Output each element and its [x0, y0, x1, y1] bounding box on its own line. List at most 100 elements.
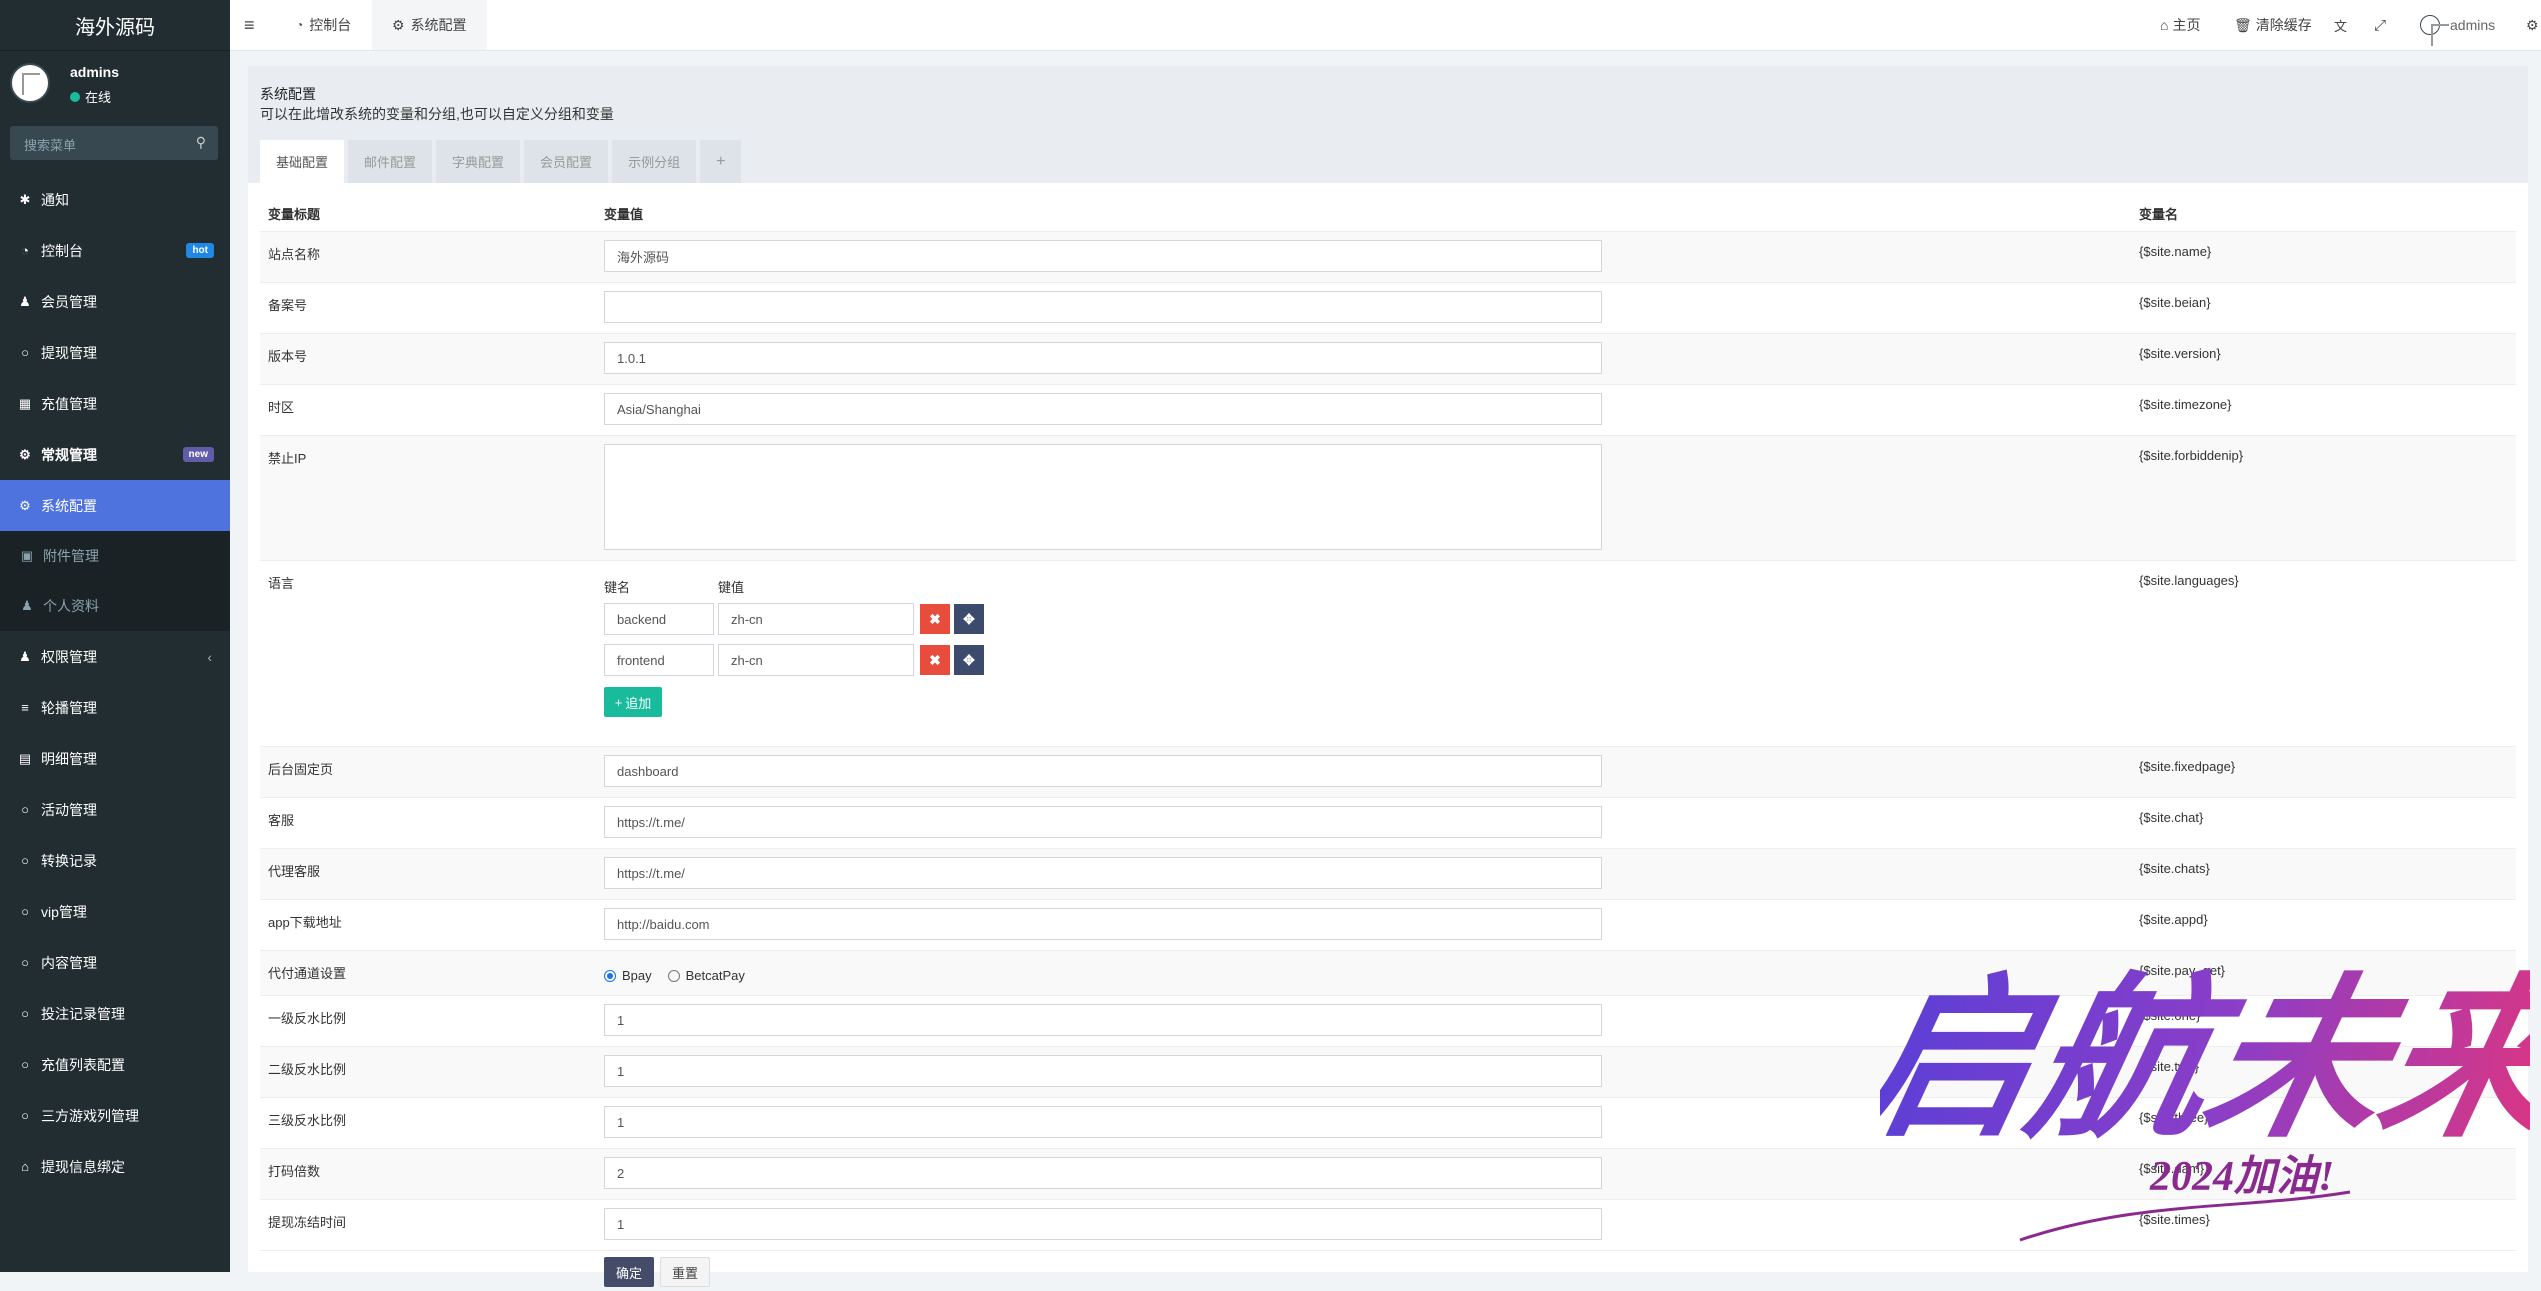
level1-rebate-input[interactable]: 1	[604, 1004, 1602, 1036]
agent-chat-input[interactable]: https://t.me/	[604, 857, 1602, 889]
menu-search-input[interactable]: 搜索菜单 ⚲	[10, 126, 218, 160]
language-key-input[interactable]: frontend	[604, 644, 714, 676]
sidebar-item-carousel[interactable]: ≡ 轮播管理	[0, 682, 230, 733]
language-value-input[interactable]: zh-cn	[718, 603, 914, 635]
menu-toggle-icon[interactable]: ≡	[244, 0, 255, 50]
add-tab-button[interactable]: +	[700, 140, 742, 183]
table-row: 站点名称 海外源码 {$site.name}	[260, 231, 2516, 282]
sidebar-item-withdraw[interactable]: ○ 提现管理	[0, 327, 230, 378]
sidebar-item-withdraw-bind[interactable]: ⌂ 提现信息绑定	[0, 1141, 230, 1192]
row-title: 版本号	[268, 349, 308, 364]
row-title: 二级反水比例	[268, 1062, 347, 1077]
confirm-button[interactable]: 确定	[604, 1257, 654, 1287]
bet-multiple-input[interactable]: 2	[604, 1157, 1602, 1189]
tab-basic-config[interactable]: 基础配置	[260, 140, 345, 183]
asterisk-icon: ✱	[19, 191, 31, 207]
tab-system-config[interactable]: ⚙ 系统配置	[372, 0, 487, 50]
plus-icon: +	[614, 694, 623, 710]
dashboard-icon: ◔	[296, 18, 304, 32]
sidebar-item-profile[interactable]: ♟ 个人资料	[0, 581, 230, 631]
sidebar-item-label: 系统配置	[41, 497, 97, 514]
reset-button[interactable]: 重置	[660, 1257, 710, 1287]
sidebar-item-recharge[interactable]: ▦ 充值管理	[0, 378, 230, 429]
trash-icon: 🗑	[2234, 16, 2252, 33]
clear-cache-button[interactable]: 🗑 清除缓存	[2234, 0, 2312, 50]
tab-dictionary-config[interactable]: 字典配置	[436, 140, 521, 183]
withdraw-freeze-input[interactable]: 1	[604, 1208, 1602, 1240]
sidebar-item-label: 权限管理	[41, 648, 97, 665]
page-subtitle: 可以在此增改系统的变量和分组,也可以自定义分组和变量	[260, 106, 614, 122]
version-input[interactable]: 1.0.1	[604, 342, 1602, 374]
forbidden-ip-textarea[interactable]	[604, 444, 1602, 550]
remove-row-button[interactable]: ✖	[920, 645, 950, 675]
drag-handle-icon[interactable]: ✥	[954, 604, 984, 634]
row-var-name: {$site.timezone}	[2139, 397, 2232, 412]
sidebar-item-general[interactable]: ⚙ 常规管理 new	[0, 429, 230, 480]
sidebar-item-label: 活动管理	[41, 801, 97, 818]
circle-icon: ○	[21, 955, 29, 970]
sidebar-item-vip[interactable]: ○ vip管理	[0, 886, 230, 937]
sidebar-item-conversions[interactable]: ○ 转换记录	[0, 835, 230, 886]
row-title: 代理客服	[268, 864, 321, 879]
chat-input[interactable]: https://t.me/	[604, 806, 1602, 838]
language-icon[interactable]: 文	[2334, 0, 2347, 50]
bank-icon: ⌂	[21, 1159, 29, 1174]
drag-handle-icon[interactable]: ✥	[954, 645, 984, 675]
sidebar-item-third-games[interactable]: ○ 三方游戏列管理	[0, 1090, 230, 1141]
sidebar-item-members[interactable]: ♟ 会员管理	[0, 276, 230, 327]
table-row: 提现冻结时间 1 {$site.times}	[260, 1199, 2516, 1250]
app-logo[interactable]: 海外源码	[0, 0, 230, 51]
sidebar-item-notice[interactable]: ✱ 通知	[0, 174, 230, 225]
row-var-name: {$site.languages}	[2139, 573, 2239, 588]
site-name-input[interactable]: 海外源码	[604, 240, 1602, 272]
tab-dashboard[interactable]: ◔ 控制台	[280, 0, 367, 50]
tab-mail-config[interactable]: 邮件配置	[348, 140, 433, 183]
fullscreen-icon[interactable]: ⤢	[2374, 0, 2386, 50]
home-link[interactable]: ⌂ 主页	[2160, 0, 2200, 50]
users-icon: ♟	[19, 648, 31, 664]
timezone-input[interactable]: Asia/Shanghai	[604, 393, 1602, 425]
sidebar-item-bets[interactable]: ○ 投注记录管理	[0, 988, 230, 1039]
fixed-page-input[interactable]: dashboard	[604, 755, 1602, 787]
language-key-input[interactable]: backend	[604, 603, 714, 635]
sidebar-item-activities[interactable]: ○ 活动管理	[0, 784, 230, 835]
sidebar-item-content[interactable]: ○ 内容管理	[0, 937, 230, 988]
online-dot-icon	[70, 91, 80, 102]
circle-icon: ○	[21, 1057, 29, 1072]
level3-rebate-input[interactable]: 1	[604, 1106, 1602, 1138]
row-var-name: {$site.name}	[2139, 244, 2212, 259]
sidebar-item-permissions[interactable]: ♟ 权限管理 ‹	[0, 631, 230, 682]
pay-channel-radio-group: Bpay BetcatPay	[604, 968, 761, 983]
new-badge: new	[182, 447, 214, 462]
file-image-icon: ▣	[20, 548, 34, 563]
tab-member-config[interactable]: 会员配置	[524, 140, 609, 183]
remove-row-button[interactable]: ✖	[920, 604, 950, 634]
radio-bpay[interactable]: Bpay	[604, 968, 652, 983]
level2-rebate-input[interactable]: 1	[604, 1055, 1602, 1087]
sidebar-item-label: 充值管理	[41, 395, 97, 412]
value-header: 键值	[718, 580, 745, 595]
sidebar-item-recharge-list[interactable]: ○ 充值列表配置	[0, 1039, 230, 1090]
sidebar-item-attachments[interactable]: ▣ 附件管理	[0, 531, 230, 581]
append-button[interactable]: + 追加	[604, 687, 662, 717]
grid-icon: ▦	[18, 395, 32, 411]
circle-icon: ○	[21, 904, 29, 919]
sidebar-item-dashboard[interactable]: ◔ 控制台 hot	[0, 225, 230, 276]
app-download-input[interactable]: http://baidu.com	[604, 908, 1602, 940]
user-menu[interactable]: admins	[2420, 0, 2495, 50]
search-icon[interactable]: ⚲	[196, 134, 206, 151]
main-content: 系统配置 可以在此增改系统的变量和分组,也可以自定义分组和变量 基础配置 邮件配…	[248, 66, 2528, 1287]
tab-example-group[interactable]: 示例分组	[612, 140, 697, 183]
sidebar-item-label: 常规管理	[41, 446, 97, 463]
user-menu-label: admins	[2450, 17, 2496, 33]
language-value-input[interactable]: zh-cn	[718, 644, 914, 676]
sidebar-item-system-config[interactable]: ⚙ 系统配置	[0, 480, 230, 531]
beian-input[interactable]	[604, 291, 1602, 323]
radio-betcatpay[interactable]: BetcatPay	[667, 968, 745, 983]
row-var-name: {$site.appd}	[2139, 912, 2208, 927]
row-title: 备案号	[268, 298, 308, 313]
sidebar-item-details[interactable]: ▤ 明细管理	[0, 733, 230, 784]
sidebar-item-label: 附件管理	[43, 548, 99, 564]
gear-icon[interactable]: ⚙	[2526, 0, 2539, 50]
row-title: 代付通道设置	[268, 966, 347, 981]
